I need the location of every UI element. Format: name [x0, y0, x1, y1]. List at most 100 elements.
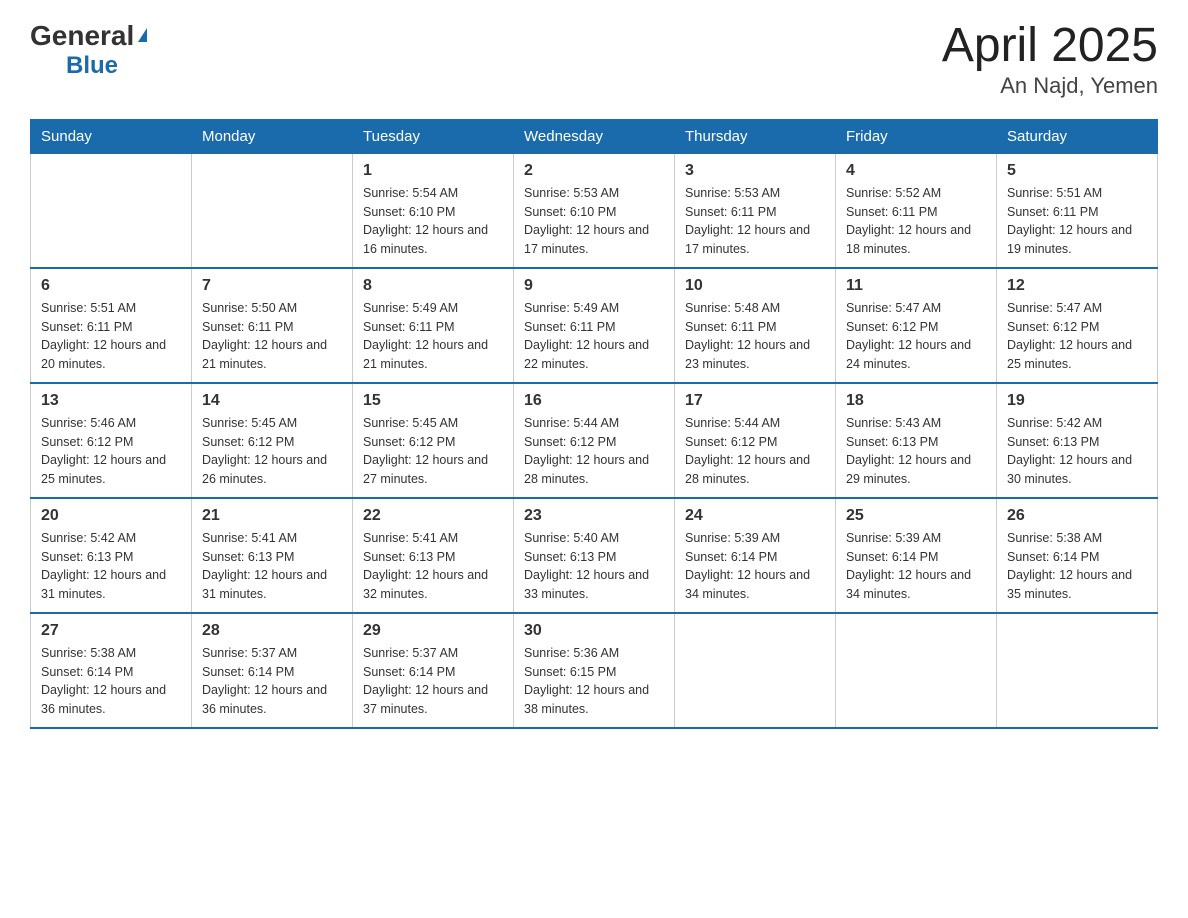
table-row: 23 Sunrise: 5:40 AMSunset: 6:13 PMDayligh…: [514, 498, 675, 613]
day-info: Sunrise: 5:47 AMSunset: 6:12 PMDaylight:…: [1007, 299, 1147, 374]
table-row: 5 Sunrise: 5:51 AMSunset: 6:11 PMDaylight…: [997, 153, 1158, 268]
day-number: 19: [1007, 392, 1147, 410]
table-row: 7 Sunrise: 5:50 AMSunset: 6:11 PMDaylight…: [192, 268, 353, 383]
table-row: [192, 153, 353, 268]
day-number: 25: [846, 507, 986, 525]
day-number: 1: [363, 162, 503, 180]
table-row: 18 Sunrise: 5:43 AMSunset: 6:13 PMDayligh…: [836, 383, 997, 498]
table-row: 26 Sunrise: 5:38 AMSunset: 6:14 PMDayligh…: [997, 498, 1158, 613]
day-info: Sunrise: 5:46 AMSunset: 6:12 PMDaylight:…: [41, 414, 181, 489]
day-number: 22: [363, 507, 503, 525]
day-info: Sunrise: 5:38 AMSunset: 6:14 PMDaylight:…: [41, 644, 181, 719]
table-row: 16 Sunrise: 5:44 AMSunset: 6:12 PMDayligh…: [514, 383, 675, 498]
calendar-week-row: 20Sunrise: 5:42 AMSunset: 6:13 PMDayligh…: [31, 498, 1158, 613]
day-number: 7: [202, 277, 342, 295]
table-row: 8Sunrise: 5:49 AMSunset: 6:11 PMDaylight…: [353, 268, 514, 383]
table-row: [836, 613, 997, 728]
table-row: [31, 153, 192, 268]
table-row: 27 Sunrise: 5:38 AMSunset: 6:14 PMDayligh…: [31, 613, 192, 728]
header-wednesday: Wednesday: [514, 119, 675, 153]
day-info: Sunrise: 5:40 AMSunset: 6:13 PMDaylight:…: [524, 529, 664, 604]
day-number: 13: [41, 392, 181, 410]
day-info: Sunrise: 5:39 AMSunset: 6:14 PMDaylight:…: [685, 529, 825, 604]
day-number: 9: [524, 277, 664, 295]
calendar-header-row: Sunday Monday Tuesday Wednesday Thursday…: [31, 119, 1158, 153]
header-saturday: Saturday: [997, 119, 1158, 153]
day-number: 27: [41, 622, 181, 640]
day-number: 18: [846, 392, 986, 410]
table-row: 30 Sunrise: 5:36 AMSunset: 6:15 PMDayligh…: [514, 613, 675, 728]
table-row: 1Sunrise: 5:54 AMSunset: 6:10 PMDaylight…: [353, 153, 514, 268]
day-info: Sunrise: 5:41 AMSunset: 6:13 PMDaylight:…: [202, 529, 342, 604]
day-info: Sunrise: 5:38 AMSunset: 6:14 PMDaylight:…: [1007, 529, 1147, 604]
day-number: 4: [846, 162, 986, 180]
table-row: 14 Sunrise: 5:45 AMSunset: 6:12 PMDayligh…: [192, 383, 353, 498]
day-number: 30: [524, 622, 664, 640]
table-row: 13 Sunrise: 5:46 AMSunset: 6:12 PMDayligh…: [31, 383, 192, 498]
day-info: Sunrise: 5:36 AMSunset: 6:15 PMDaylight:…: [524, 644, 664, 719]
table-row: 3 Sunrise: 5:53 AMSunset: 6:11 PMDaylight…: [675, 153, 836, 268]
day-info: Sunrise: 5:48 AMSunset: 6:11 PMDaylight:…: [685, 299, 825, 374]
day-number: 3: [685, 162, 825, 180]
day-info: Sunrise: 5:51 AMSunset: 6:11 PMDaylight:…: [41, 299, 181, 374]
header-sunday: Sunday: [31, 119, 192, 153]
logo-blue-text: Blue: [66, 52, 118, 80]
day-number: 14: [202, 392, 342, 410]
page-header: General Blue April 2025 An Najd, Yemen: [30, 20, 1158, 99]
day-info: Sunrise: 5:43 AMSunset: 6:13 PMDaylight:…: [846, 414, 986, 489]
day-number: 10: [685, 277, 825, 295]
table-row: 19 Sunrise: 5:42 AMSunset: 6:13 PMDayligh…: [997, 383, 1158, 498]
day-number: 11: [846, 277, 986, 295]
calendar-week-row: 13 Sunrise: 5:46 AMSunset: 6:12 PMDayligh…: [31, 383, 1158, 498]
day-number: 26: [1007, 507, 1147, 525]
day-number: 5: [1007, 162, 1147, 180]
day-info: Sunrise: 5:44 AMSunset: 6:12 PMDaylight:…: [524, 414, 664, 489]
day-info: Sunrise: 5:42 AMSunset: 6:13 PMDaylight:…: [41, 529, 181, 604]
day-info: Sunrise: 5:44 AMSunset: 6:12 PMDaylight:…: [685, 414, 825, 489]
day-number: 23: [524, 507, 664, 525]
logo-triangle-icon: [138, 28, 147, 42]
day-number: 12: [1007, 277, 1147, 295]
header-monday: Monday: [192, 119, 353, 153]
calendar-table: Sunday Monday Tuesday Wednesday Thursday…: [30, 119, 1158, 729]
day-info: Sunrise: 5:53 AMSunset: 6:11 PMDaylight:…: [685, 184, 825, 259]
day-number: 28: [202, 622, 342, 640]
table-row: 29 Sunrise: 5:37 AMSunset: 6:14 PMDayligh…: [353, 613, 514, 728]
day-number: 29: [363, 622, 503, 640]
day-info: Sunrise: 5:37 AMSunset: 6:14 PMDaylight:…: [202, 644, 342, 719]
day-info: Sunrise: 5:52 AMSunset: 6:11 PMDaylight:…: [846, 184, 986, 259]
day-number: 8: [363, 277, 503, 295]
table-row: 12 Sunrise: 5:47 AMSunset: 6:12 PMDayligh…: [997, 268, 1158, 383]
day-info: Sunrise: 5:51 AMSunset: 6:11 PMDaylight:…: [1007, 184, 1147, 259]
table-row: 15Sunrise: 5:45 AMSunset: 6:12 PMDayligh…: [353, 383, 514, 498]
day-info: Sunrise: 5:49 AMSunset: 6:11 PMDaylight:…: [524, 299, 664, 374]
day-info: Sunrise: 5:41 AMSunset: 6:13 PMDaylight:…: [363, 529, 503, 604]
day-info: Sunrise: 5:50 AMSunset: 6:11 PMDaylight:…: [202, 299, 342, 374]
logo: General Blue: [30, 20, 147, 80]
table-row: 21 Sunrise: 5:41 AMSunset: 6:13 PMDayligh…: [192, 498, 353, 613]
day-number: 6: [41, 277, 181, 295]
day-info: Sunrise: 5:37 AMSunset: 6:14 PMDaylight:…: [363, 644, 503, 719]
header-thursday: Thursday: [675, 119, 836, 153]
day-info: Sunrise: 5:47 AMSunset: 6:12 PMDaylight:…: [846, 299, 986, 374]
day-number: 16: [524, 392, 664, 410]
calendar-week-row: 27 Sunrise: 5:38 AMSunset: 6:14 PMDayligh…: [31, 613, 1158, 728]
day-info: Sunrise: 5:45 AMSunset: 6:12 PMDaylight:…: [363, 414, 503, 489]
calendar-title-block: April 2025 An Najd, Yemen: [942, 20, 1158, 99]
calendar-week-row: 1Sunrise: 5:54 AMSunset: 6:10 PMDaylight…: [31, 153, 1158, 268]
day-number: 21: [202, 507, 342, 525]
table-row: [675, 613, 836, 728]
day-info: Sunrise: 5:45 AMSunset: 6:12 PMDaylight:…: [202, 414, 342, 489]
table-row: 17 Sunrise: 5:44 AMSunset: 6:12 PMDayligh…: [675, 383, 836, 498]
calendar-week-row: 6 Sunrise: 5:51 AMSunset: 6:11 PMDaylight…: [31, 268, 1158, 383]
calendar-subtitle: An Najd, Yemen: [942, 73, 1158, 99]
day-number: 24: [685, 507, 825, 525]
day-info: Sunrise: 5:42 AMSunset: 6:13 PMDaylight:…: [1007, 414, 1147, 489]
table-row: 6 Sunrise: 5:51 AMSunset: 6:11 PMDaylight…: [31, 268, 192, 383]
table-row: 22 Sunrise: 5:41 AMSunset: 6:13 PMDayligh…: [353, 498, 514, 613]
table-row: 20Sunrise: 5:42 AMSunset: 6:13 PMDayligh…: [31, 498, 192, 613]
table-row: 10 Sunrise: 5:48 AMSunset: 6:11 PMDayligh…: [675, 268, 836, 383]
day-number: 17: [685, 392, 825, 410]
table-row: 2Sunrise: 5:53 AMSunset: 6:10 PMDaylight…: [514, 153, 675, 268]
table-row: 4 Sunrise: 5:52 AMSunset: 6:11 PMDaylight…: [836, 153, 997, 268]
